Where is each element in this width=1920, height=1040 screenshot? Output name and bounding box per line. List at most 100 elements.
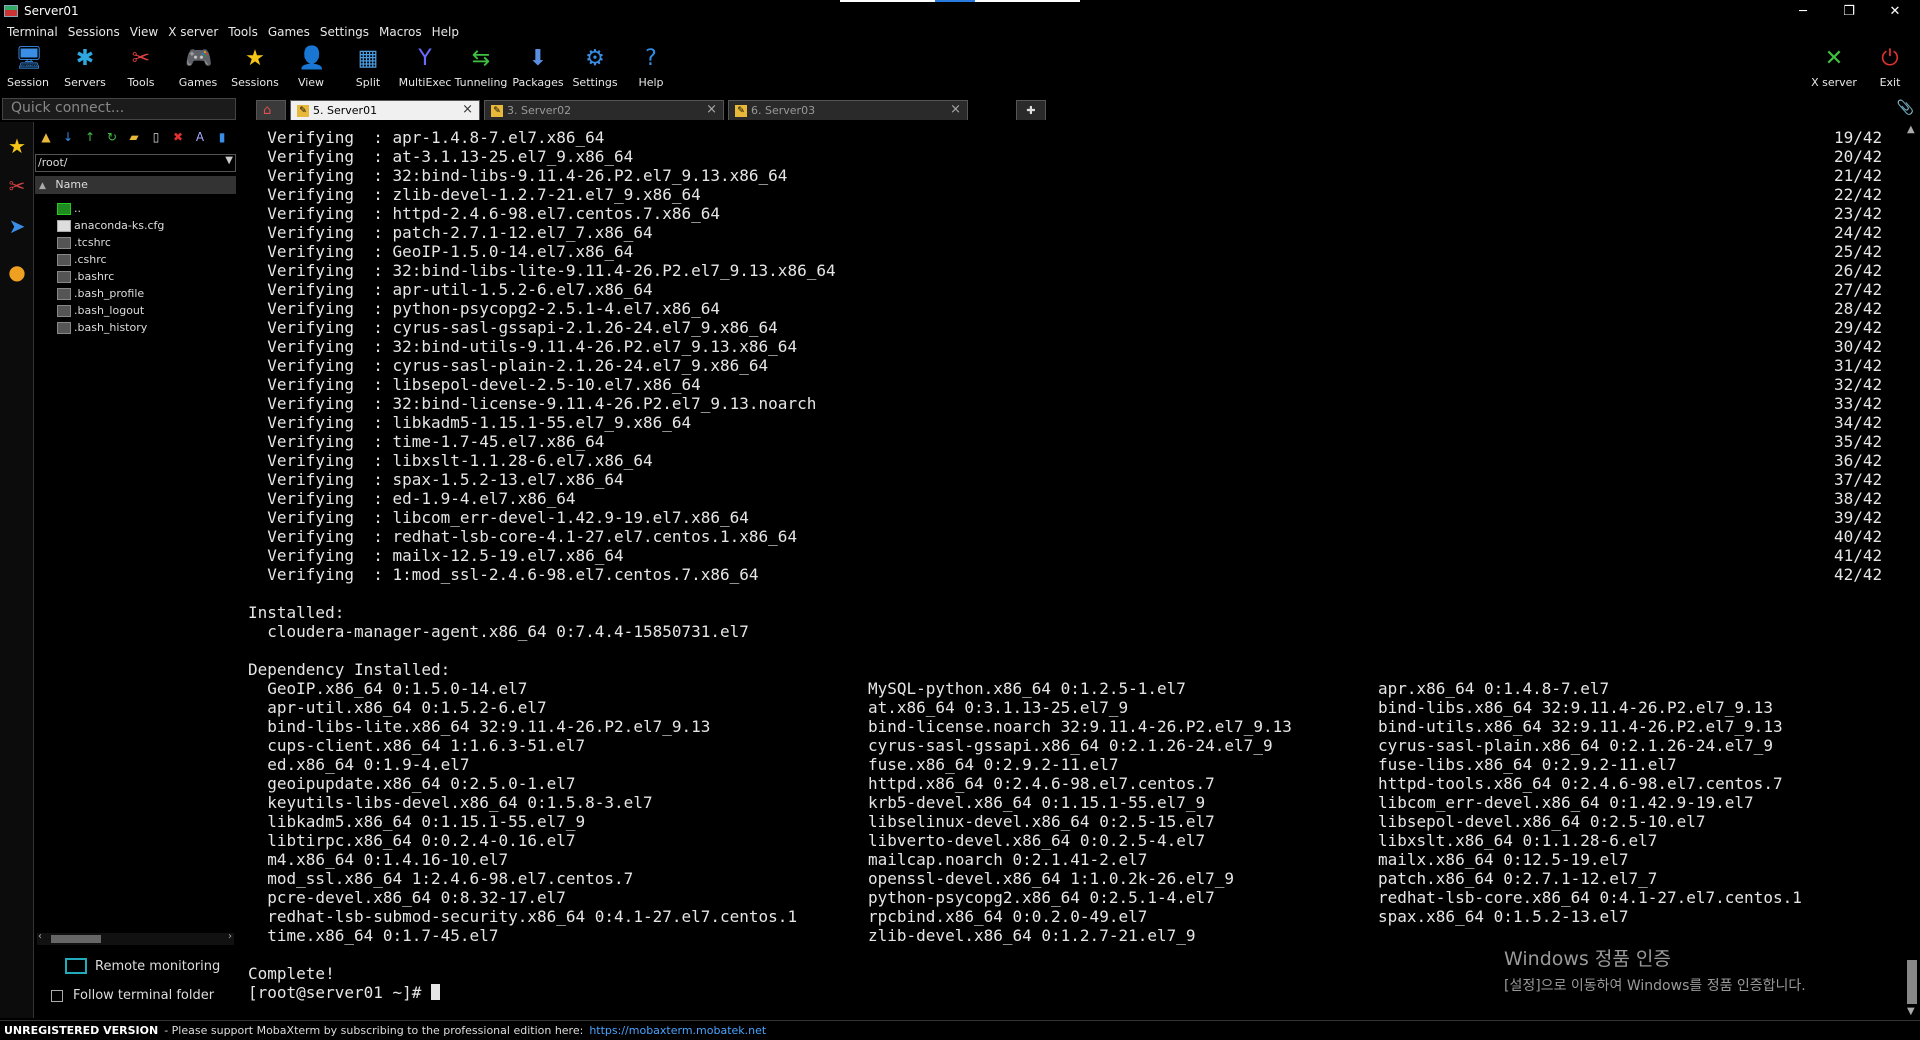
installed-header: Installed: (248, 603, 345, 622)
view-toolbar-button[interactable]: 👤 View (283, 44, 339, 90)
dependency-row: libtirpc.x86_64 0:0.2.4-0.16.el7 libverto… (248, 831, 1898, 850)
games-toolbar-button[interactable]: 🎮 Games (170, 44, 226, 90)
verifying-line: Verifying : python-psycopg2-2.5.1-4.el7.… (248, 299, 1898, 318)
download-icon[interactable]: ↓ (61, 130, 75, 144)
file-list-item[interactable]: .cshrc (57, 251, 235, 268)
home-tab[interactable]: ⌂ (256, 100, 286, 120)
delete-icon[interactable]: ✖ (171, 130, 185, 144)
scroll-left-icon[interactable]: ‹ (38, 931, 42, 942)
attachment-icon[interactable]: 📎 (1897, 100, 1914, 116)
file-list-item[interactable]: .. (57, 200, 235, 217)
new-tab-button[interactable]: ✚ (1016, 100, 1046, 120)
macros-icon[interactable]: ● (4, 252, 30, 292)
verifying-text: Verifying : 32:bind-libs-9.11.4-26.P2.el… (248, 166, 788, 185)
menu-macros[interactable]: Macros (374, 25, 427, 39)
permissions-icon[interactable]: ▮ (215, 130, 229, 144)
window-title: Server01 (24, 4, 79, 18)
multiexec-toolbar-button[interactable]: Y MultiExec (397, 44, 453, 90)
menu-settings[interactable]: Settings (315, 25, 374, 39)
terminal-tab-icon: ✎ (491, 104, 503, 117)
minimize-button[interactable]: ─ (1780, 0, 1826, 22)
toolbar-button-label: Help (638, 76, 664, 89)
folder-up-icon[interactable]: ▲ (39, 130, 53, 144)
menu-help[interactable]: Help (427, 25, 464, 39)
progress-count: 32/42 (1834, 375, 1883, 394)
dependency-row: redhat-lsb-submod-security.x86_64 0:4.1-… (248, 907, 1898, 926)
shell-prompt: [root@server01 ~]# (248, 983, 432, 1002)
menu-games[interactable]: Games (263, 25, 315, 39)
dependency-item: redhat-lsb-core.x86_64 0:4.1-27.el7.cent… (1378, 888, 1802, 907)
dependency-item: patch.x86_64 0:2.7.1-12.el7_7 (1378, 869, 1658, 888)
restore-button[interactable]: ❐ (1826, 0, 1872, 22)
refresh-icon[interactable]: ↻ (105, 130, 119, 144)
tab-server02[interactable]: ✎ 3. Server02 × (484, 100, 724, 120)
remote-path-field[interactable]: /root/ ▼ (35, 154, 236, 172)
quick-connect-input[interactable]: Quick connect... (2, 98, 236, 120)
menu-x-server[interactable]: X server (163, 25, 223, 39)
terminal-vertical-scrollbar[interactable]: ▲ ▼ (1904, 122, 1920, 1020)
close-tab-icon[interactable]: × (462, 102, 473, 117)
progress-count: 35/42 (1834, 432, 1883, 451)
file-list-item[interactable]: .bash_history (57, 319, 235, 336)
toolbar-button-label: Tunneling (454, 76, 508, 89)
file-name: anaconda-ks.cfg (74, 219, 165, 232)
new-file-icon[interactable]: ▯ (149, 130, 163, 144)
exit-power-icon: ⏻ (1881, 46, 1899, 71)
scroll-thumb[interactable] (51, 935, 101, 943)
tools-icon[interactable]: ✂ (4, 166, 30, 206)
close-window-button[interactable]: ✕ (1872, 0, 1918, 22)
close-tab-icon[interactable]: × (950, 102, 961, 117)
sort-up-icon: ▲ (39, 181, 46, 191)
scroll-up-icon[interactable]: ▲ (1907, 124, 1915, 135)
file-list-item[interactable]: .bash_logout (57, 302, 235, 319)
help-toolbar-button[interactable]: ? Help (623, 44, 679, 90)
dependency-row: ed.x86_64 0:1.9-4.el7 fuse.x86_64 0:2.9.2… (248, 755, 1898, 774)
menu-terminal[interactable]: Terminal (2, 25, 63, 39)
installed-package: cloudera-manager-agent.x86_64 0:7.4.4-15… (248, 622, 749, 641)
dependency-row: time.x86_64 0:1.7-45.el7 zlib-devel.x86_6… (248, 926, 1898, 945)
file-list-item[interactable]: anaconda-ks.cfg (57, 217, 235, 234)
chevron-down-icon[interactable]: ▼ (225, 155, 233, 166)
x-server-toolbar-button[interactable]: ✕ X server (1806, 44, 1862, 90)
progress-count: 34/42 (1834, 413, 1883, 432)
plus-icon: ✚ (1026, 104, 1036, 117)
column-header-name[interactable]: ▲ Name (35, 176, 236, 194)
follow-terminal-checkbox[interactable] (51, 989, 63, 1002)
remote-monitoring-button[interactable]: Remote monitoring (65, 958, 220, 974)
scroll-thumb[interactable] (1907, 960, 1917, 1004)
mobatek-link[interactable]: https://mobaxterm.mobatek.net (589, 1024, 766, 1037)
menu-sessions[interactable]: Sessions (63, 25, 125, 39)
sessions-toolbar-button[interactable]: ★ Sessions (227, 44, 283, 90)
dependency-item: ed.x86_64 0:1.9-4.el7 (248, 755, 470, 774)
exit-toolbar-button[interactable]: ⏻ Exit (1862, 44, 1918, 90)
tunneling-toolbar-button[interactable]: ⇆ Tunneling (453, 44, 509, 90)
follow-terminal-folder-option[interactable]: Follow terminal folder (51, 988, 214, 1003)
settings-toolbar-button[interactable]: ⚙ Settings (567, 44, 623, 90)
tab-server01[interactable]: ✎ 5. Server01 × (290, 100, 480, 120)
toolbar-button-label: Games (178, 76, 218, 89)
favorites-star-icon[interactable]: ★ (4, 126, 30, 166)
split-toolbar-button[interactable]: ▦ Split (340, 44, 396, 90)
file-list-item[interactable]: .bashrc (57, 268, 235, 285)
sftp-send-icon[interactable]: ➤ (4, 206, 30, 246)
terminal-view[interactable]: Verifying : apr-1.4.8-7.el7.x86_64 19/42 … (240, 120, 1904, 1018)
terminal-output: Verifying : apr-1.4.8-7.el7.x86_64 19/42 … (248, 128, 1898, 1002)
servers-toolbar-button[interactable]: ✱ Servers (57, 44, 113, 90)
file-list-item[interactable]: .tcshrc (57, 234, 235, 251)
file-list-item[interactable]: .bash_profile (57, 285, 235, 302)
horizontal-scrollbar[interactable]: ‹ › (37, 931, 234, 945)
dependency-item: apr.x86_64 0:1.4.8-7.el7 (1378, 679, 1610, 698)
scroll-right-icon[interactable]: › (228, 931, 232, 942)
packages-toolbar-button[interactable]: ⬇ Packages (510, 44, 566, 90)
menu-tools[interactable]: Tools (223, 25, 263, 39)
session-toolbar-button[interactable]: 🖥 Session (0, 44, 56, 90)
verifying-line: Verifying : spax-1.5.2-13.el7.x86_64 37/4… (248, 470, 1898, 489)
close-tab-icon[interactable]: × (706, 102, 717, 117)
menu-view[interactable]: View (125, 25, 163, 39)
scroll-down-icon[interactable]: ▼ (1907, 1006, 1915, 1017)
new-folder-icon[interactable]: ▰ (127, 130, 141, 144)
rename-icon[interactable]: A (193, 130, 207, 144)
upload-icon[interactable]: ↑ (83, 130, 97, 144)
tools-toolbar-button[interactable]: ✂ Tools (113, 44, 169, 90)
tab-server03[interactable]: ✎ 6. Server03 × (728, 100, 968, 120)
